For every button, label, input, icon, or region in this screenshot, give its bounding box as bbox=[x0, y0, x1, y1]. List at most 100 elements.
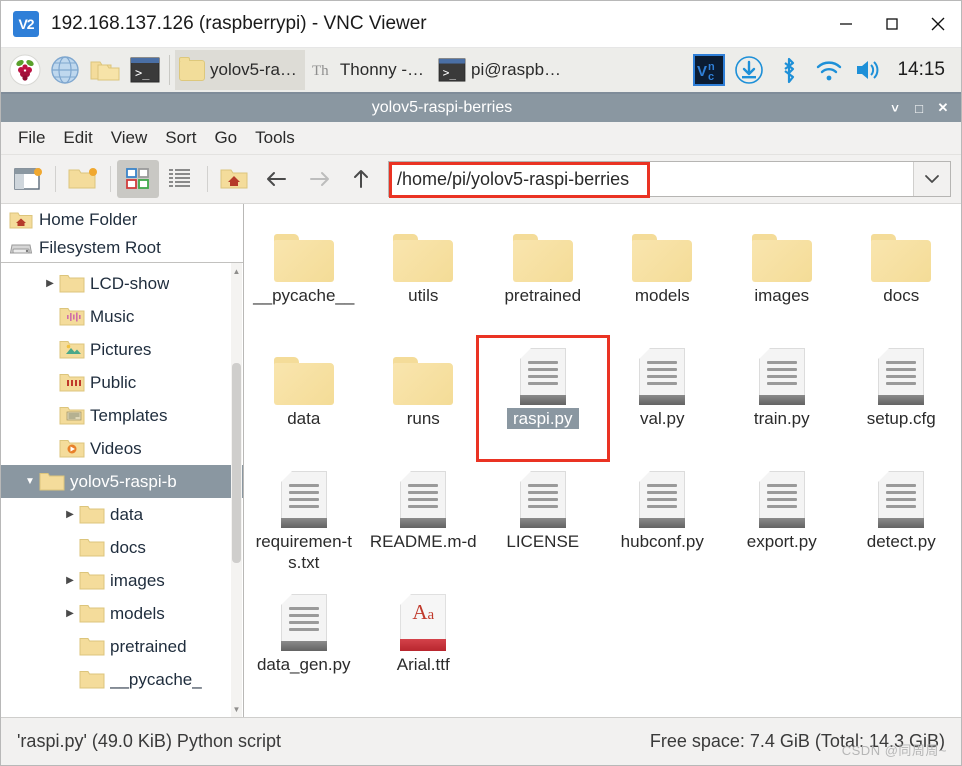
scroll-up-icon[interactable]: ▲ bbox=[231, 265, 242, 277]
public-folder-icon bbox=[59, 372, 85, 393]
music-folder-icon bbox=[59, 306, 85, 327]
raspberry-menu-icon[interactable] bbox=[5, 50, 45, 90]
forward-button[interactable] bbox=[298, 160, 340, 198]
file-item[interactable]: pretrained bbox=[483, 218, 603, 337]
maximize-icon[interactable] bbox=[869, 2, 915, 47]
file-item[interactable]: export.py bbox=[722, 464, 842, 583]
terminal-icon[interactable]: >_ bbox=[125, 50, 165, 90]
sidebar-item-home-folder[interactable]: Home Folder bbox=[1, 206, 243, 234]
tree-item-public[interactable]: Public bbox=[1, 366, 243, 399]
task-label: pi@raspb… bbox=[471, 60, 562, 79]
tree-item-label: Pictures bbox=[90, 339, 152, 359]
sidebar-scrollbar[interactable]: ▲ ▼ bbox=[231, 263, 242, 717]
chevron-down-icon[interactable]: ˅ bbox=[883, 94, 907, 122]
file-item[interactable]: docs bbox=[842, 218, 962, 337]
sidebar-scroll-thumb[interactable] bbox=[232, 363, 241, 563]
new-folder-button[interactable] bbox=[62, 160, 104, 198]
folder-icon bbox=[39, 471, 65, 492]
file-item[interactable]: models bbox=[603, 218, 723, 337]
taskbar-clock[interactable]: 14:15 bbox=[889, 59, 957, 81]
chevron-right-icon[interactable]: ▶ bbox=[61, 509, 79, 520]
svg-text:c: c bbox=[708, 71, 714, 83]
up-button[interactable] bbox=[340, 160, 382, 198]
file-item[interactable]: runs bbox=[364, 341, 484, 460]
scroll-down-icon[interactable]: ▼ bbox=[231, 703, 242, 715]
task-terminal[interactable]: >_ pi@raspb… bbox=[434, 50, 569, 90]
file-item-label: requiremen-ts.txt bbox=[255, 532, 352, 572]
task-file-manager[interactable]: yolov5-ra… bbox=[175, 50, 305, 90]
icon-view-button[interactable] bbox=[117, 160, 159, 198]
menu-view[interactable]: View bbox=[102, 125, 157, 151]
file-item[interactable]: train.py bbox=[722, 341, 842, 460]
file-list-pane[interactable]: __pycache__ utils pretrained models images do… bbox=[244, 204, 961, 717]
path-bar[interactable]: /home/pi/yolov5-raspi-berries bbox=[388, 161, 951, 198]
file-manager-title: yolov5-raspi-berries bbox=[371, 99, 513, 116]
chevron-right-icon[interactable]: ▶ bbox=[41, 278, 59, 289]
chevron-down-icon[interactable]: ▼ bbox=[21, 476, 39, 487]
file-item[interactable]: data_gen.py bbox=[244, 587, 364, 706]
wifi-icon[interactable] bbox=[809, 50, 849, 90]
menu-tools[interactable]: Tools bbox=[246, 125, 304, 151]
menu-sort[interactable]: Sort bbox=[156, 125, 205, 151]
folder-icon bbox=[79, 570, 105, 591]
chevron-down-icon[interactable] bbox=[913, 162, 950, 196]
file-item[interactable]: setup.cfg bbox=[842, 341, 962, 460]
file-item[interactable]: images bbox=[722, 218, 842, 337]
list-view-button[interactable] bbox=[159, 160, 201, 198]
sidebar-item-filesystem-root[interactable]: Filesystem Root bbox=[1, 234, 243, 262]
tree-item-music[interactable]: Music bbox=[1, 300, 243, 333]
tree-item-models[interactable]: ▶ models bbox=[1, 597, 243, 630]
web-browser-icon[interactable] bbox=[45, 50, 85, 90]
file-item[interactable]: val.py bbox=[603, 341, 723, 460]
tree-item-label: docs bbox=[110, 537, 146, 557]
file-manager-icon[interactable] bbox=[85, 50, 125, 90]
tree-item--pycache-[interactable]: __pycache_ bbox=[1, 663, 243, 696]
close-icon[interactable]: ✕ bbox=[931, 94, 955, 122]
pictures-folder-icon bbox=[59, 339, 85, 360]
tree-item-pretrained[interactable]: pretrained bbox=[1, 630, 243, 663]
path-input[interactable]: /home/pi/yolov5-raspi-berries bbox=[389, 162, 913, 196]
home-folder-button[interactable] bbox=[214, 160, 256, 198]
folder-icon bbox=[871, 222, 932, 282]
tree-item-videos[interactable]: Videos bbox=[1, 432, 243, 465]
volume-icon[interactable] bbox=[849, 50, 889, 90]
file-item[interactable]: requiremen-ts.txt bbox=[244, 464, 364, 583]
file-item[interactable]: data bbox=[244, 341, 364, 460]
minimize-icon[interactable] bbox=[823, 2, 869, 47]
tree-item-yolov5-raspi-b[interactable]: ▼ yolov5-raspi-b bbox=[1, 465, 243, 498]
file-item[interactable]: __pycache__ bbox=[244, 218, 364, 337]
menu-edit[interactable]: Edit bbox=[54, 125, 101, 151]
tree-item-docs[interactable]: docs bbox=[1, 531, 243, 564]
file-item[interactable]: README.m-d bbox=[364, 464, 484, 583]
chevron-right-icon[interactable]: ▶ bbox=[61, 575, 79, 586]
file-item[interactable]: hubconf.py bbox=[603, 464, 723, 583]
task-label: yolov5-ra… bbox=[210, 60, 297, 79]
menu-go[interactable]: Go bbox=[205, 125, 246, 151]
tree-item-lcd-show[interactable]: ▶ LCD-show bbox=[1, 267, 243, 300]
updates-icon[interactable] bbox=[729, 50, 769, 90]
tree-item-templates[interactable]: Templates bbox=[1, 399, 243, 432]
menu-file[interactable]: File bbox=[9, 125, 54, 151]
maximize-icon[interactable]: □ bbox=[907, 94, 931, 122]
file-item[interactable]: Aa Arial.ttf bbox=[364, 587, 484, 706]
task-thonny[interactable]: Th Thonny -… bbox=[307, 50, 432, 90]
vnc-server-icon[interactable]: V n c bbox=[689, 50, 729, 90]
menu-bar: File Edit View Sort Go Tools bbox=[1, 122, 961, 155]
file-item[interactable]: utils bbox=[364, 218, 484, 337]
chevron-right-icon[interactable]: ▶ bbox=[61, 608, 79, 619]
tree-item-data[interactable]: ▶ data bbox=[1, 498, 243, 531]
tree-item-label: pretrained bbox=[110, 636, 187, 656]
tree-item-label: __pycache_ bbox=[110, 669, 202, 689]
bluetooth-icon[interactable] bbox=[769, 50, 809, 90]
file-item[interactable]: raspi.py bbox=[483, 341, 603, 460]
new-tab-button[interactable] bbox=[7, 160, 49, 198]
tree-item-images[interactable]: ▶ images bbox=[1, 564, 243, 597]
document-file-icon bbox=[280, 468, 327, 528]
tree-item-pictures[interactable]: Pictures bbox=[1, 333, 243, 366]
close-icon[interactable] bbox=[915, 2, 961, 47]
file-item[interactable]: LICENSE bbox=[483, 464, 603, 583]
back-button[interactable] bbox=[256, 160, 298, 198]
toolbar-divider bbox=[110, 166, 111, 192]
file-item[interactable]: detect.py bbox=[842, 464, 962, 583]
status-free-space: Free space: 7.4 GiB (Total: 14.3 GiB) bbox=[649, 731, 945, 751]
